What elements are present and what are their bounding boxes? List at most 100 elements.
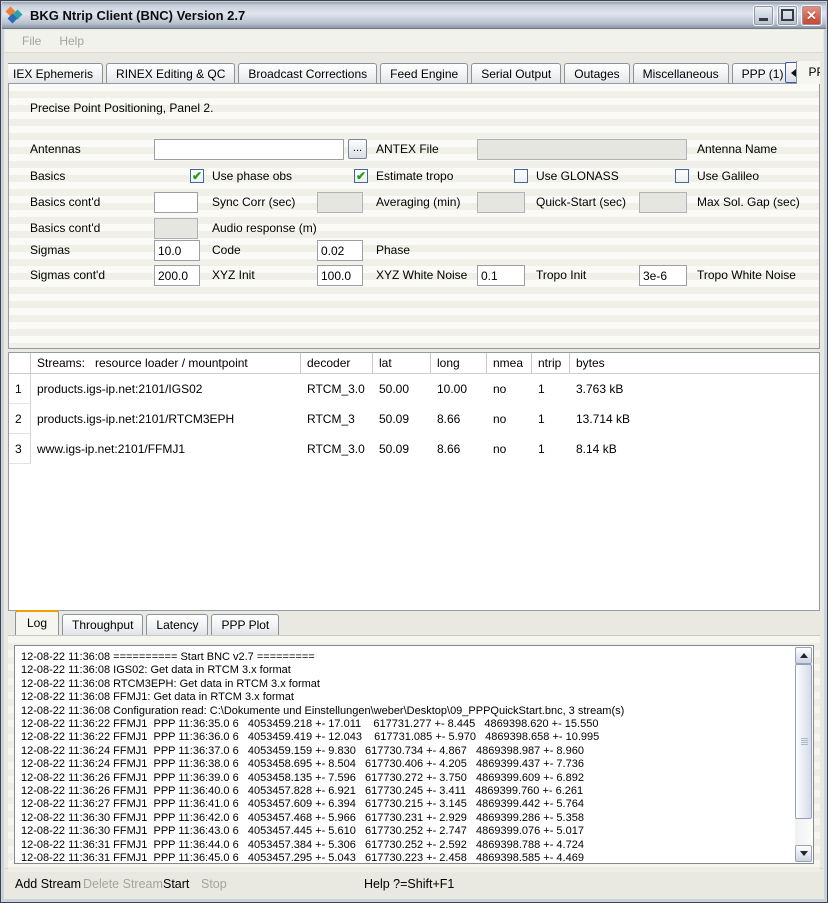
- log-line: 12-08-22 11:36:26 FFMJ1 PPP 11:36:40.0 6…: [21, 785, 794, 798]
- nmea-cell: no: [487, 434, 532, 464]
- ntrip-cell: 1: [532, 374, 570, 404]
- header-lat: lat: [373, 353, 431, 373]
- use-phase-obs-checkbox[interactable]: [190, 169, 204, 183]
- stop-button: Stop: [201, 869, 227, 899]
- log-line: 12-08-22 11:36:30 FFMJ1 PPP 11:36:43.0 6…: [21, 825, 794, 838]
- tab-outages[interactable]: Outages: [564, 63, 629, 84]
- top-tab-bar: IEX Ephemeris RINEX Editing & QC Broadca…: [8, 61, 820, 84]
- decoder-cell: RTCM_3.0: [301, 434, 373, 464]
- xyz-white-noise-input[interactable]: [317, 265, 363, 286]
- log-line: 12-08-22 11:36:08 RTCM3EPH: Get data in …: [21, 678, 794, 691]
- header-long: long: [431, 353, 487, 373]
- tab-miscellaneous[interactable]: Miscellaneous: [633, 63, 729, 84]
- minimize-button[interactable]: [753, 5, 774, 26]
- use-glonass-checkbox[interactable]: [514, 169, 528, 183]
- help-hint: Help ?=Shift+F1: [364, 869, 454, 899]
- row-number: 2: [9, 404, 31, 434]
- tab-log[interactable]: Log: [15, 610, 59, 635]
- decoder-cell: RTCM_3: [301, 404, 373, 434]
- title-bar[interactable]: BKG Ntrip Client (BNC) Version 2.7 ✕: [2, 2, 826, 29]
- averaging-label: Averaging (min): [376, 192, 460, 212]
- log-box: 12-08-22 11:36:08 ========== Start BNC v…: [14, 645, 814, 864]
- log-line: 12-08-22 11:36:22 FFMJ1 PPP 11:36:36.0 6…: [21, 731, 794, 744]
- ntrip-cell: 1: [532, 404, 570, 434]
- tropo-white-noise-input[interactable]: [639, 265, 687, 286]
- lat-cell: 50.00: [373, 374, 431, 404]
- header-number: [9, 353, 31, 373]
- use-galileo-checkbox[interactable]: [675, 169, 689, 183]
- estimate-tropo-checkbox[interactable]: [354, 169, 368, 183]
- averaging-input: [317, 192, 363, 213]
- log-line: 12-08-22 11:36:08 FFMJ1: Get data in RTC…: [21, 691, 794, 704]
- start-button[interactable]: Start: [163, 869, 189, 899]
- xyz-init-input[interactable]: [154, 265, 200, 286]
- quick-start-input: [477, 192, 525, 213]
- lat-cell: 50.09: [373, 434, 431, 464]
- basics-label: Basics: [30, 166, 65, 186]
- antex-browse-button[interactable]: ...: [348, 139, 367, 159]
- bytes-cell: 3.763 kB: [570, 374, 819, 404]
- max-sol-gap-input: [639, 192, 687, 213]
- table-row[interactable]: 1 products.igs-ip.net:2101/IGS02 RTCM_3.…: [9, 374, 819, 404]
- ntrip-cell: 1: [532, 434, 570, 464]
- minimize-icon: [759, 18, 768, 21]
- log-scrollbar[interactable]: [795, 647, 812, 862]
- tab-rinex-editing-qc[interactable]: RINEX Editing & QC: [106, 63, 235, 84]
- sigma-phase-input[interactable]: [317, 240, 363, 261]
- log-line: 12-08-22 11:36:22 FFMJ1 PPP 11:36:35.0 6…: [21, 718, 794, 731]
- menu-file[interactable]: File: [13, 32, 50, 50]
- xyz-init-label: XYZ Init: [212, 265, 255, 285]
- antennas-input[interactable]: [154, 139, 344, 160]
- menu-help[interactable]: Help: [50, 32, 93, 50]
- panel-caption: Precise Point Positioning, Panel 2.: [30, 98, 213, 118]
- antenna-name-label: Antenna Name: [697, 139, 777, 159]
- tab-latency[interactable]: Latency: [146, 614, 208, 635]
- long-cell: 8.66: [431, 404, 487, 434]
- tab-rinex-ephemeris[interactable]: IEX Ephemeris: [8, 63, 103, 84]
- app-window: BKG Ntrip Client (BNC) Version 2.7 ✕ Fil…: [0, 0, 828, 903]
- ppp2-panel: Precise Point Positioning, Panel 2. Ante…: [8, 83, 820, 349]
- tab-serial-output[interactable]: Serial Output: [471, 63, 561, 84]
- header-bytes: bytes: [570, 353, 819, 373]
- scrollbar-thumb[interactable]: [795, 664, 812, 819]
- log-line: 12-08-22 11:36:08 ========== Start BNC v…: [21, 651, 794, 664]
- decoder-cell: RTCM_3.0: [301, 374, 373, 404]
- tab-throughput[interactable]: Throughput: [62, 614, 143, 635]
- sigma-code-input[interactable]: [154, 240, 200, 261]
- header-ntrip: ntrip: [532, 353, 570, 373]
- table-row[interactable]: 2 products.igs-ip.net:2101/RTCM3EPH RTCM…: [9, 404, 819, 434]
- table-row[interactable]: 3 www.igs-ip.net:2101/FFMJ1 RTCM_3.0 50.…: [9, 434, 819, 464]
- bytes-cell: 8.14 kB: [570, 434, 819, 464]
- quick-start-label: Quick-Start (sec): [536, 192, 626, 212]
- scroll-up-button[interactable]: [795, 647, 812, 664]
- tab-feed-engine[interactable]: Feed Engine: [380, 63, 468, 84]
- nmea-cell: no: [487, 374, 532, 404]
- audio-response-input: [154, 218, 198, 239]
- mountpoint-cell: www.igs-ip.net:2101/FFMJ1: [31, 434, 301, 464]
- streams-table: Streams: resource loader / mountpoint de…: [8, 352, 820, 611]
- tab-broadcast-corrections[interactable]: Broadcast Corrections: [238, 63, 377, 84]
- row-number: 1: [9, 374, 31, 404]
- estimate-tropo-label: Estimate tropo: [376, 166, 453, 186]
- tab-ppp-plot[interactable]: PPP Plot: [211, 614, 279, 635]
- header-nmea: nmea: [487, 353, 532, 373]
- sync-corr-label: Sync Corr (sec): [212, 192, 295, 212]
- header-decoder: decoder: [301, 353, 373, 373]
- lat-cell: 50.09: [373, 404, 431, 434]
- scroll-down-button[interactable]: [795, 845, 812, 862]
- sync-corr-input[interactable]: [154, 192, 198, 213]
- log-line: 12-08-22 11:36:27 FFMJ1 PPP 11:36:41.0 6…: [21, 798, 794, 811]
- maximize-button[interactable]: [777, 5, 798, 26]
- use-galileo-label: Use Galileo: [697, 166, 759, 186]
- long-cell: 10.00: [431, 374, 487, 404]
- maximize-icon: [781, 9, 794, 21]
- tropo-init-input[interactable]: [477, 265, 525, 286]
- log-line: 12-08-22 11:36:08 IGS02: Get data in RTC…: [21, 664, 794, 677]
- arrow-up-icon: [800, 653, 808, 658]
- tab-ppp-2[interactable]: PPP (2): [796, 61, 820, 84]
- window-title: BKG Ntrip Client (BNC) Version 2.7: [30, 8, 750, 23]
- arrow-down-icon: [800, 851, 808, 856]
- close-button[interactable]: ✕: [801, 5, 822, 26]
- sigmas-label: Sigmas: [30, 240, 70, 260]
- add-stream-button[interactable]: Add Stream: [15, 869, 81, 899]
